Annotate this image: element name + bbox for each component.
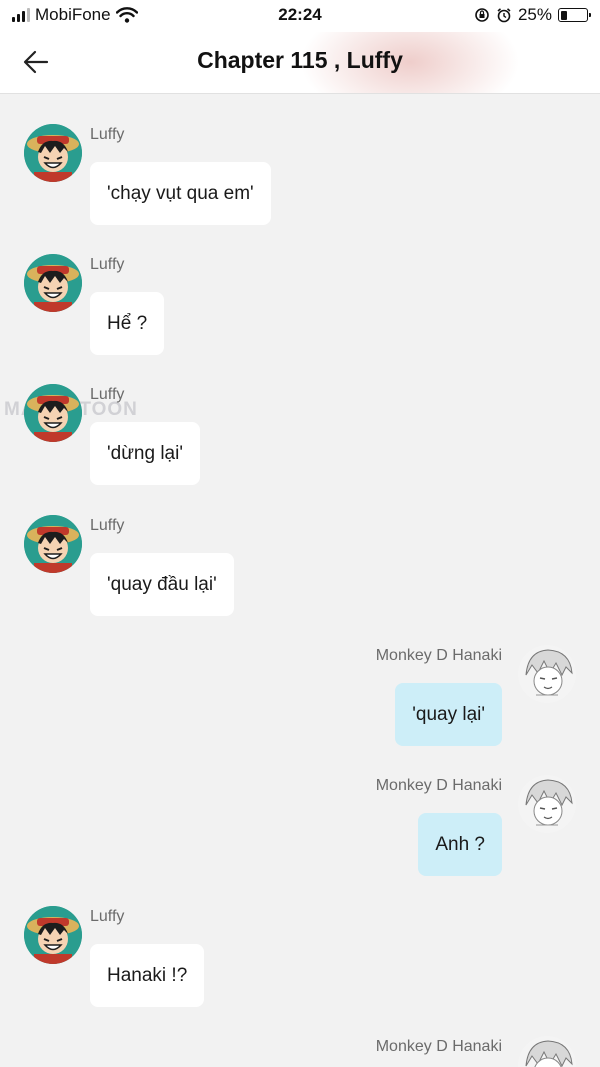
hanaki-avatar-image bbox=[518, 645, 576, 703]
message-bubble[interactable]: Hể ? bbox=[90, 292, 165, 355]
sender-name: Luffy bbox=[90, 126, 125, 143]
sender-name: Monkey D Hanaki bbox=[375, 777, 502, 794]
sender-name: Luffy bbox=[90, 517, 125, 534]
luffy-avatar-image bbox=[24, 906, 82, 964]
luffy-avatar-image bbox=[24, 384, 82, 442]
avatar[interactable] bbox=[24, 254, 82, 312]
hanaki-avatar-image bbox=[518, 775, 576, 833]
chat-list[interactable]: MANGATOON Luffy 'chạy vụt qua em' bbox=[0, 95, 600, 1067]
battery-level bbox=[560, 10, 567, 20]
message-bubble[interactable]: Hanaki !? bbox=[90, 944, 205, 1007]
avatar[interactable] bbox=[24, 124, 82, 182]
battery-icon bbox=[558, 8, 591, 22]
chat-header: Chapter 115 , Luffy bbox=[0, 32, 600, 94]
sender-name: Monkey D Hanaki bbox=[375, 1038, 502, 1055]
message-bubble[interactable]: 'dừng lại' bbox=[90, 422, 200, 485]
avatar[interactable] bbox=[518, 1036, 576, 1067]
sender-name: Luffy bbox=[90, 386, 125, 403]
sender-name: Luffy bbox=[90, 908, 125, 925]
luffy-avatar-image bbox=[24, 254, 82, 312]
luffy-avatar-image bbox=[24, 124, 82, 182]
avatar[interactable] bbox=[518, 645, 576, 703]
avatar[interactable] bbox=[518, 775, 576, 833]
message-bubble[interactable]: 'quay đầu lại' bbox=[90, 553, 234, 616]
alarm-icon bbox=[497, 8, 511, 23]
message-bubble[interactable]: 'quay lại' bbox=[395, 683, 502, 746]
status-bar: MobiFone 22:24 25% bbox=[0, 0, 600, 32]
message-bubble[interactable]: Anh ? bbox=[418, 813, 502, 876]
hanaki-avatar-image bbox=[518, 1036, 576, 1067]
avatar[interactable] bbox=[24, 515, 82, 573]
luffy-avatar-image bbox=[24, 515, 82, 573]
orientation-lock-icon bbox=[475, 8, 489, 22]
avatar[interactable] bbox=[24, 906, 82, 964]
avatar[interactable] bbox=[24, 384, 82, 442]
sender-name: Monkey D Hanaki bbox=[375, 647, 502, 664]
status-right: 25% bbox=[474, 5, 591, 25]
battery-percent: 25% bbox=[517, 5, 552, 24]
message-bubble[interactable]: 'chạy vụt qua em' bbox=[90, 162, 271, 225]
page-title: Chapter 115 , Luffy bbox=[197, 47, 403, 73]
sender-name: Luffy bbox=[90, 256, 125, 273]
